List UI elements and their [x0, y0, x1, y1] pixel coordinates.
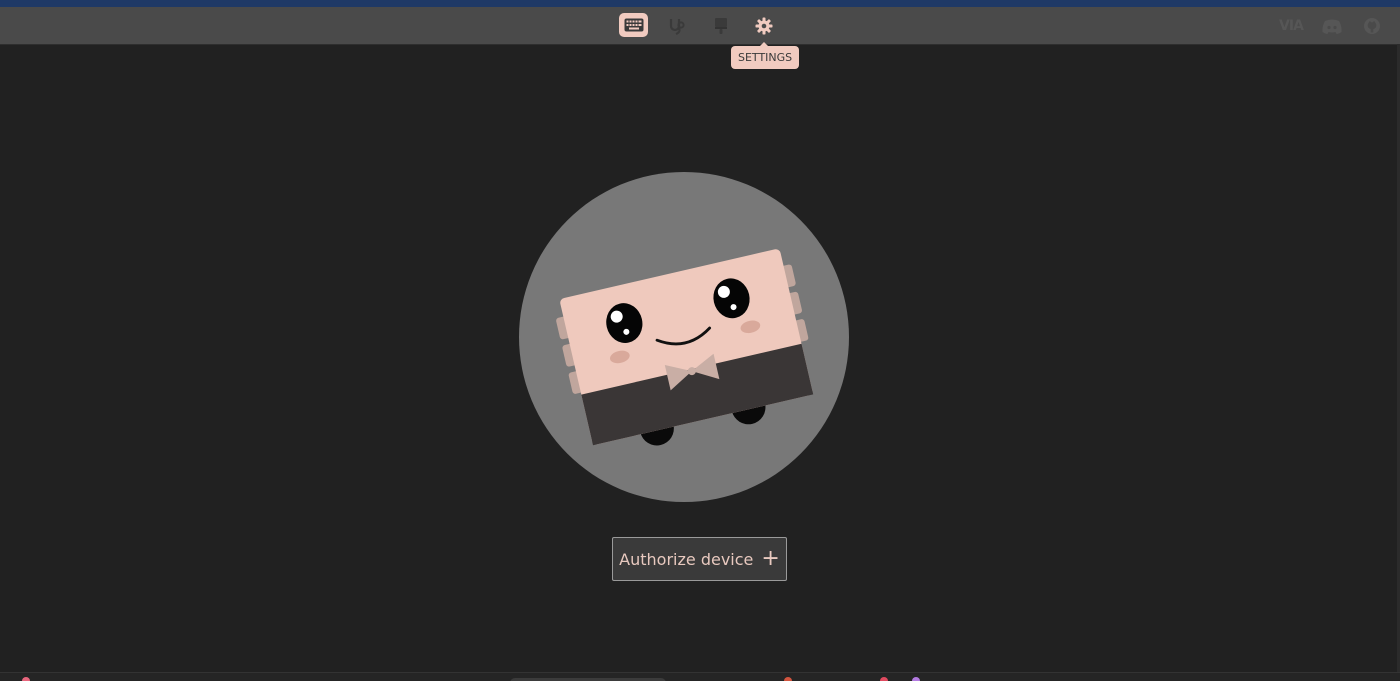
- taskbar-app-icon[interactable]: [912, 677, 920, 681]
- discord-icon: [1322, 19, 1342, 34]
- taskbar-strip: [0, 672, 1400, 681]
- tab-test[interactable]: [665, 14, 689, 38]
- taskbar-app-icon[interactable]: [22, 677, 30, 681]
- tab-settings[interactable]: [752, 14, 776, 38]
- github-icon: [1364, 18, 1380, 34]
- tab-design[interactable]: [709, 14, 733, 38]
- top-accent-bar: [0, 0, 1400, 7]
- settings-tooltip: SETTINGS: [731, 42, 800, 69]
- plus-icon: +: [761, 546, 780, 571]
- brush-icon: [715, 18, 727, 34]
- vial-icon: [669, 19, 685, 35]
- authorize-device-button[interactable]: Authorize device +: [612, 537, 787, 581]
- device-mascot-illustration: [519, 172, 849, 502]
- keyboard-icon: [624, 18, 643, 32]
- tab-configure[interactable]: [619, 13, 648, 37]
- app-window: VIA SETTINGS Authorize device +: [0, 0, 1400, 681]
- via-logo-link[interactable]: VIA: [1276, 15, 1306, 37]
- taskbar-app-icon[interactable]: [880, 677, 888, 681]
- top-toolbar: VIA: [0, 7, 1400, 45]
- gear-icon: [755, 17, 773, 35]
- via-logo-icon: VIA: [1279, 18, 1304, 34]
- taskbar-app-icon[interactable]: [784, 677, 792, 681]
- discord-link[interactable]: [1320, 15, 1344, 37]
- authorize-device-label: Authorize device: [619, 549, 754, 569]
- github-link[interactable]: [1360, 15, 1384, 37]
